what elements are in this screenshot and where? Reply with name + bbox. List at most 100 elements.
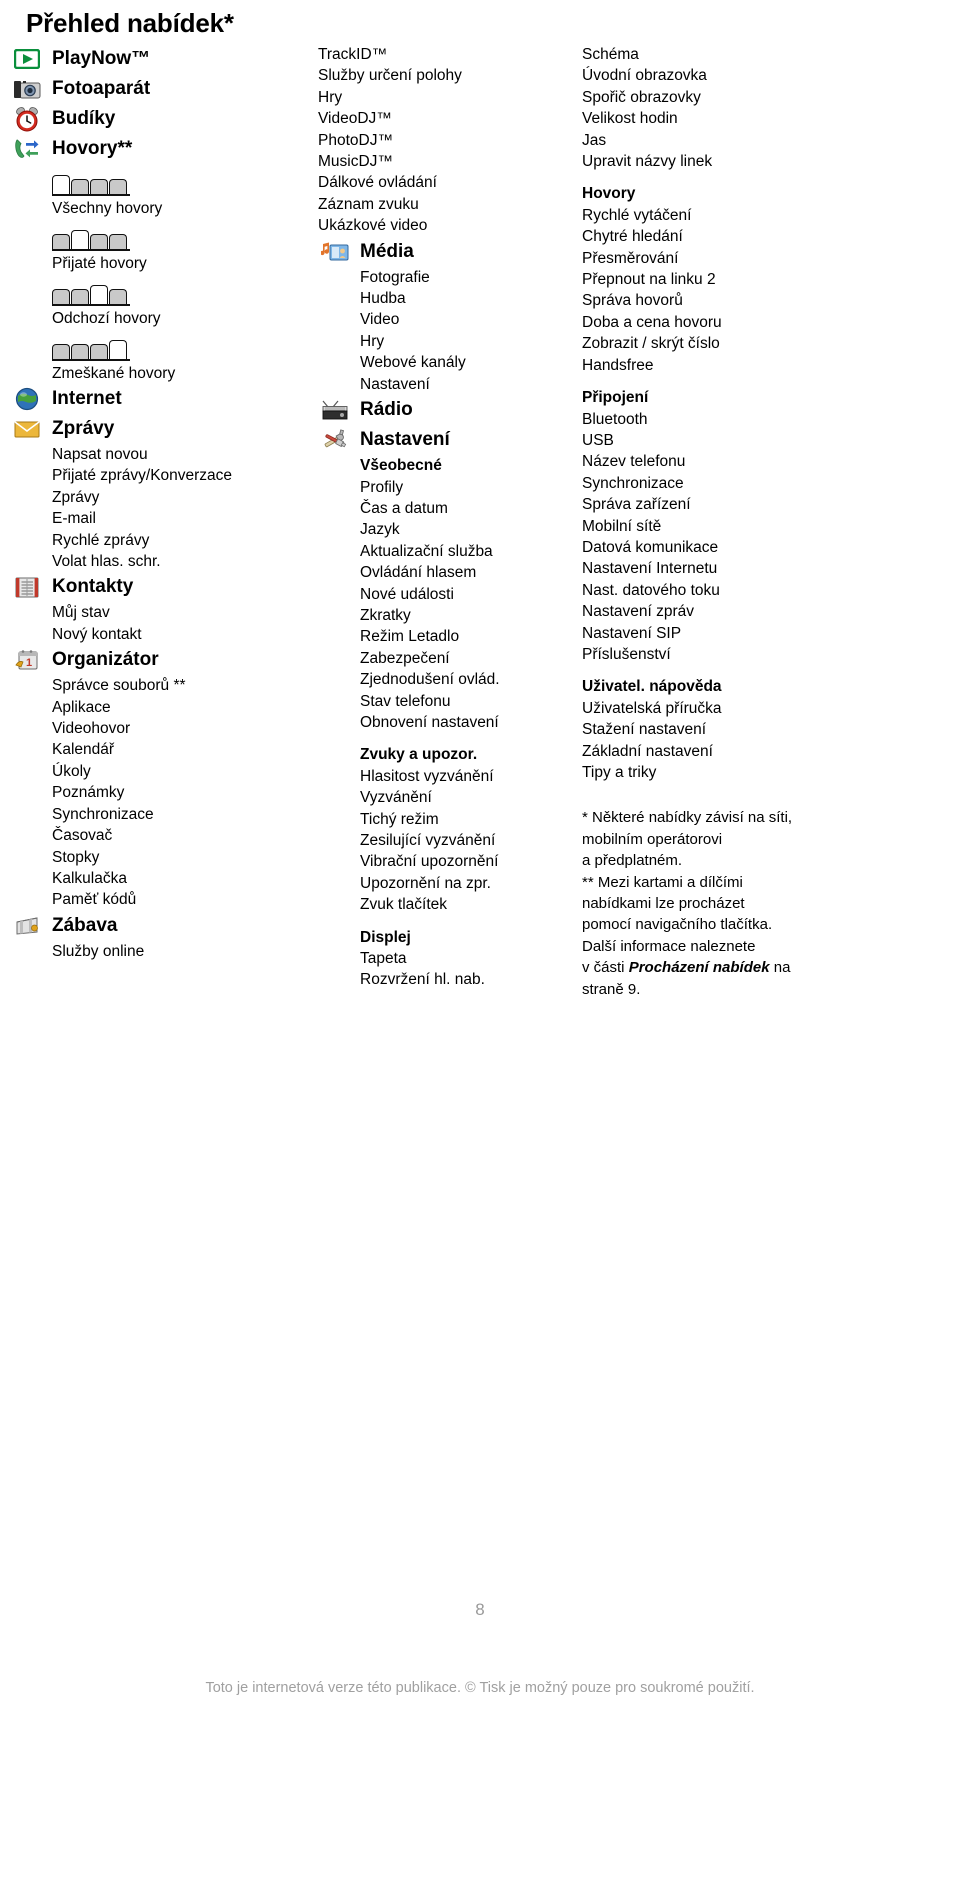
- submenu-item[interactable]: Upozornění na zpr.: [318, 873, 583, 894]
- submenu-item[interactable]: Tichý režim: [318, 809, 583, 830]
- submenu-item[interactable]: Základní nastavení: [582, 741, 882, 762]
- menu-item-alarms[interactable]: Budíky: [10, 104, 310, 134]
- submenu-item[interactable]: Nastavení: [318, 374, 583, 395]
- submenu-item[interactable]: USB: [582, 430, 882, 451]
- submenu-item[interactable]: Datová komunikace: [582, 537, 882, 558]
- submenu-item[interactable]: Uživatelská příručka: [582, 698, 882, 719]
- call-tab-all[interactable]: Všechny hovory: [10, 173, 310, 219]
- submenu-item[interactable]: Úkoly: [10, 761, 310, 782]
- submenu-item[interactable]: Schéma: [582, 44, 882, 65]
- submenu-item[interactable]: Hudba: [318, 288, 583, 309]
- submenu-item[interactable]: Vyzvánění: [318, 787, 583, 808]
- submenu-item[interactable]: Hlasitost vyzvánění: [318, 766, 583, 787]
- submenu-item[interactable]: PhotoDJ™: [318, 130, 583, 151]
- submenu-item[interactable]: Služby online: [10, 941, 310, 962]
- submenu-item[interactable]: Nastavení zpráv: [582, 601, 882, 622]
- submenu-item[interactable]: Hry: [318, 87, 583, 108]
- submenu-item[interactable]: TrackID™: [318, 44, 583, 65]
- submenu-item[interactable]: Nastavení Internetu: [582, 558, 882, 579]
- submenu-item[interactable]: Rychlé zprávy: [10, 530, 310, 551]
- submenu-item[interactable]: Poznámky: [10, 782, 310, 803]
- call-tab-received[interactable]: Přijaté hovory: [10, 228, 310, 274]
- submenu-item[interactable]: Napsat novou: [10, 444, 310, 465]
- submenu-item[interactable]: Velikost hodin: [582, 108, 882, 129]
- submenu-item[interactable]: Úvodní obrazovka: [582, 65, 882, 86]
- menu-item-entertainment[interactable]: Zábava: [10, 911, 310, 941]
- submenu-item[interactable]: Kalendář: [10, 739, 310, 760]
- submenu-item[interactable]: Kalkulačka: [10, 868, 310, 889]
- submenu-item[interactable]: Zesilující vyzvánění: [318, 830, 583, 851]
- menu-item-calls[interactable]: Hovory**: [10, 134, 310, 164]
- submenu-item[interactable]: Zprávy: [10, 487, 310, 508]
- submenu-item[interactable]: Přijaté zprávy/Konverzace: [10, 465, 310, 486]
- submenu-item[interactable]: Obnovení nastavení: [318, 712, 583, 733]
- submenu-item[interactable]: Paměť kódů: [10, 889, 310, 910]
- submenu-item[interactable]: Synchronizace: [10, 804, 310, 825]
- submenu-item[interactable]: Fotografie: [318, 267, 583, 288]
- submenu-item[interactable]: Zvuk tlačítek: [318, 894, 583, 915]
- submenu-item[interactable]: Nast. datového toku: [582, 580, 882, 601]
- submenu-item[interactable]: Vibrační upozornění: [318, 851, 583, 872]
- submenu-item[interactable]: Dálkové ovládání: [318, 172, 583, 193]
- submenu-item[interactable]: Tapeta: [318, 948, 583, 969]
- submenu-item[interactable]: Časovač: [10, 825, 310, 846]
- submenu-item[interactable]: Stav telefonu: [318, 691, 583, 712]
- submenu-item[interactable]: Správa hovorů: [582, 290, 882, 311]
- submenu-item[interactable]: MusicDJ™: [318, 151, 583, 172]
- submenu-item[interactable]: Čas a datum: [318, 498, 583, 519]
- submenu-item[interactable]: Služby určení polohy: [318, 65, 583, 86]
- submenu-item[interactable]: Nový kontakt: [10, 624, 310, 645]
- submenu-item[interactable]: Doba a cena hovoru: [582, 312, 882, 333]
- menu-item-contacts[interactable]: Kontakty: [10, 572, 310, 602]
- menu-item-camera[interactable]: Fotoaparát: [10, 74, 310, 104]
- submenu-item[interactable]: Chytré hledání: [582, 226, 882, 247]
- submenu-item[interactable]: Upravit názvy linek: [582, 151, 882, 172]
- submenu-item[interactable]: Zkratky: [318, 605, 583, 626]
- menu-item-messages[interactable]: Zprávy: [10, 414, 310, 444]
- menu-item-media[interactable]: Média: [318, 237, 583, 267]
- submenu-item[interactable]: Stažení nastavení: [582, 719, 882, 740]
- submenu-item[interactable]: Nové události: [318, 584, 583, 605]
- submenu-item[interactable]: Aktualizační služba: [318, 541, 583, 562]
- submenu-item[interactable]: Ukázkové video: [318, 215, 583, 236]
- menu-item-playnow[interactable]: PlayNow™: [10, 44, 310, 74]
- submenu-item[interactable]: Režim Letadlo: [318, 626, 583, 647]
- menu-item-settings[interactable]: Nastavení: [318, 425, 583, 455]
- submenu-item[interactable]: Video: [318, 309, 583, 330]
- submenu-item[interactable]: VideoDJ™: [318, 108, 583, 129]
- submenu-item[interactable]: Nastavení SIP: [582, 623, 882, 644]
- submenu-item[interactable]: Jas: [582, 130, 882, 151]
- submenu-item[interactable]: Volat hlas. schr.: [10, 551, 310, 572]
- submenu-item[interactable]: Přesměrování: [582, 248, 882, 269]
- submenu-item[interactable]: Rychlé vytáčení: [582, 205, 882, 226]
- menu-item-internet[interactable]: Internet: [10, 384, 310, 414]
- submenu-item[interactable]: Stopky: [10, 847, 310, 868]
- submenu-item[interactable]: Webové kanály: [318, 352, 583, 373]
- submenu-item[interactable]: Rozvržení hl. nab.: [318, 969, 583, 990]
- submenu-item[interactable]: Správce souborů **: [10, 675, 310, 696]
- call-tab-missed[interactable]: Zmeškané hovory: [10, 338, 310, 384]
- submenu-item[interactable]: Můj stav: [10, 602, 310, 623]
- submenu-item[interactable]: Mobilní sítě: [582, 516, 882, 537]
- submenu-item[interactable]: Zjednodušení ovlád.: [318, 669, 583, 690]
- submenu-item[interactable]: Tipy a triky: [582, 762, 882, 783]
- submenu-item[interactable]: Hry: [318, 331, 583, 352]
- submenu-item[interactable]: Profily: [318, 477, 583, 498]
- submenu-item[interactable]: Zabezpečení: [318, 648, 583, 669]
- menu-item-radio[interactable]: Rádio: [318, 395, 583, 425]
- submenu-item[interactable]: Příslušenství: [582, 644, 882, 665]
- submenu-item[interactable]: Jazyk: [318, 519, 583, 540]
- submenu-item[interactable]: E-mail: [10, 508, 310, 529]
- submenu-item[interactable]: Přepnout na linku 2: [582, 269, 882, 290]
- submenu-item[interactable]: Bluetooth: [582, 409, 882, 430]
- submenu-item[interactable]: Spořič obrazovky: [582, 87, 882, 108]
- call-tab-dialled[interactable]: Odchozí hovory: [10, 283, 310, 329]
- submenu-item[interactable]: Zobrazit / skrýt číslo: [582, 333, 882, 354]
- submenu-item[interactable]: Aplikace: [10, 697, 310, 718]
- submenu-item[interactable]: Handsfree: [582, 355, 882, 376]
- submenu-item[interactable]: Ovládání hlasem: [318, 562, 583, 583]
- submenu-item[interactable]: Videohovor: [10, 718, 310, 739]
- submenu-item[interactable]: Synchronizace: [582, 473, 882, 494]
- menu-item-organizer[interactable]: 1 Organizátor: [10, 645, 310, 675]
- submenu-item[interactable]: Název telefonu: [582, 451, 882, 472]
